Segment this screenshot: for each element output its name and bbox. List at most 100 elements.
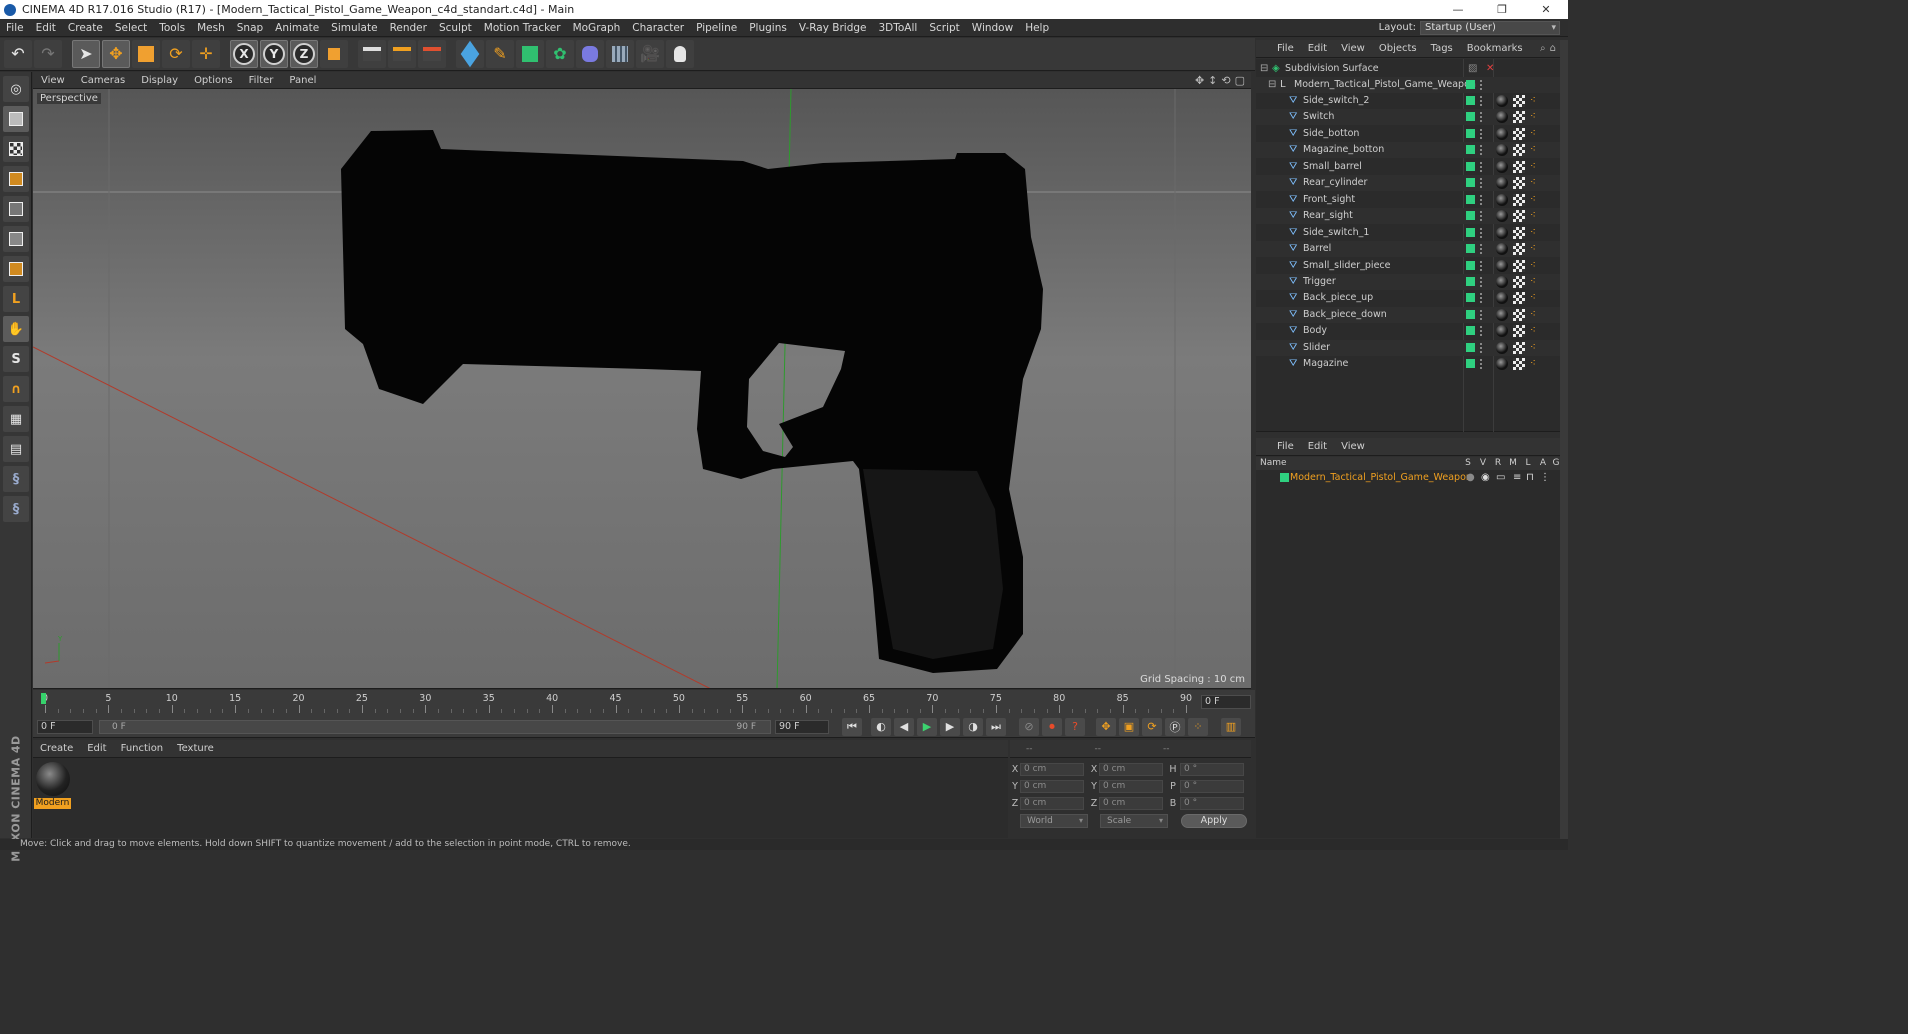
- home-icon[interactable]: ⌂: [1550, 43, 1556, 54]
- play-button[interactable]: ▶: [917, 717, 937, 736]
- record-position-button[interactable]: ✥: [1096, 717, 1116, 736]
- menu-character[interactable]: Character: [626, 22, 690, 34]
- record-point-level-button[interactable]: ⁘: [1188, 717, 1208, 736]
- layer-row[interactable]: Modern_Tactical_Pistol_Game_Weapon ● ◉ ▭…: [1256, 470, 1560, 485]
- size-x-field[interactable]: 0 cm: [1099, 763, 1163, 776]
- selection-tag-icon[interactable]: ⁖: [1530, 292, 1540, 304]
- pos-x-field[interactable]: 0 cm: [1020, 763, 1084, 776]
- selection-tag-icon[interactable]: ⁖: [1530, 358, 1540, 370]
- object-row[interactable]: ⛛ Back_piece_up ⁖: [1256, 290, 1560, 306]
- material-tag-icon[interactable]: [1496, 259, 1508, 272]
- render-dots[interactable]: [1480, 260, 1484, 271]
- menu-select[interactable]: Select: [109, 22, 153, 34]
- material-tag-icon[interactable]: [1496, 144, 1508, 157]
- y-axis-lock-button[interactable]: Y: [260, 40, 288, 68]
- tweak-mode-button[interactable]: ✋: [3, 316, 29, 342]
- previous-keyframe-button[interactable]: ◐: [871, 717, 891, 736]
- viewport-menu-panel[interactable]: Panel: [281, 75, 324, 86]
- visibility-toggle[interactable]: [1466, 227, 1475, 237]
- object-row[interactable]: ⛛ Barrel ⁖: [1256, 241, 1560, 258]
- render-dots[interactable]: [1480, 293, 1484, 304]
- perspective-viewport[interactable]: Y Perspective Grid Spacing : 10 cm: [33, 89, 1251, 689]
- object-row[interactable]: ⛛ Side_switch_1 ⁖: [1256, 225, 1560, 241]
- visibility-toggle[interactable]: [1466, 342, 1475, 352]
- eye-icon[interactable]: ◉: [1481, 472, 1491, 484]
- object-menu-tags[interactable]: Tags: [1424, 43, 1460, 54]
- uvw-tag-icon[interactable]: [1513, 111, 1525, 124]
- go-to-start-button[interactable]: ⏮: [842, 717, 862, 736]
- uvw-tag-icon[interactable]: [1513, 160, 1525, 173]
- selection-tag-icon[interactable]: ⁖: [1530, 227, 1540, 239]
- solo-dot-icon[interactable]: ●: [1466, 472, 1476, 484]
- material-menu-edit[interactable]: Edit: [80, 743, 113, 754]
- selection-tag-icon[interactable]: ⁖: [1530, 309, 1540, 321]
- rotate-tool-button[interactable]: ⟳: [162, 40, 190, 68]
- visibility-toggle[interactable]: [1466, 96, 1475, 105]
- menu-animate[interactable]: Animate: [269, 22, 325, 34]
- selection-tag-icon[interactable]: ⁖: [1530, 144, 1540, 156]
- material-tag-icon[interactable]: [1496, 111, 1508, 124]
- edges-mode-button[interactable]: [3, 226, 29, 252]
- scale-tool-button[interactable]: [132, 40, 160, 68]
- layer-menu-view[interactable]: View: [1334, 441, 1372, 452]
- pan-icon[interactable]: ✥: [1195, 74, 1204, 87]
- object-menu-edit[interactable]: Edit: [1301, 43, 1334, 54]
- collapse-icon[interactable]: ⊟: [1268, 80, 1278, 90]
- object-row[interactable]: ⛛ Slider ⁖: [1256, 339, 1560, 356]
- visibility-toggle[interactable]: [1466, 293, 1475, 303]
- record-scale-button[interactable]: ▣: [1119, 717, 1139, 736]
- manager-icon[interactable]: ≡: [1513, 472, 1523, 484]
- render-dots[interactable]: [1480, 211, 1484, 222]
- axis-mode-button[interactable]: L: [3, 286, 29, 312]
- viewport-menu-options[interactable]: Options: [186, 75, 241, 86]
- uvw-tag-icon[interactable]: [1513, 341, 1525, 354]
- rot-h-field[interactable]: 0 °: [1180, 763, 1244, 776]
- add-cube-button[interactable]: [456, 40, 484, 68]
- object-row[interactable]: ⛛ Switch ⁖: [1256, 109, 1560, 126]
- layout-dropdown[interactable]: Startup (User): [1420, 20, 1560, 35]
- visibility-toggle[interactable]: [1466, 244, 1475, 254]
- uvw-tag-icon[interactable]: [1513, 177, 1525, 190]
- uvw-tag-icon[interactable]: [1513, 226, 1525, 239]
- uvw-tag-icon[interactable]: [1513, 325, 1525, 338]
- viewport-menu-filter[interactable]: Filter: [241, 75, 282, 86]
- uvw-tag-icon[interactable]: [1513, 210, 1525, 223]
- live-selection-button[interactable]: ➤: [72, 40, 100, 68]
- object-row[interactable]: ⛛ Magazine ⁖: [1256, 356, 1560, 372]
- object-row[interactable]: ⛛ Rear_sight ⁖: [1256, 208, 1560, 225]
- uvw-tag-icon[interactable]: [1513, 193, 1525, 206]
- texture-mode-button[interactable]: [3, 136, 29, 162]
- render-dots[interactable]: [1480, 178, 1484, 189]
- points-mode-button[interactable]: [3, 196, 29, 222]
- selection-tag-icon[interactable]: ⁖: [1530, 161, 1540, 173]
- rot-p-field[interactable]: 0 °: [1180, 780, 1244, 793]
- material-tag-icon[interactable]: [1496, 226, 1508, 239]
- motion-record-button[interactable]: ⊘: [1019, 717, 1039, 736]
- menu-simulate[interactable]: Simulate: [325, 22, 383, 34]
- visibility-toggle[interactable]: [1466, 194, 1475, 204]
- object-menu-view[interactable]: View: [1334, 43, 1372, 54]
- redo-button[interactable]: ↷: [34, 40, 62, 68]
- apply-button[interactable]: Apply: [1181, 814, 1247, 828]
- object-row[interactable]: ⛛ Back_piece_down ⁖: [1256, 306, 1560, 323]
- material-tag-icon[interactable]: [1496, 292, 1508, 305]
- object-menu-bookmarks[interactable]: Bookmarks: [1460, 43, 1530, 54]
- z-axis-lock-button[interactable]: Z: [290, 40, 318, 68]
- timeline-playhead[interactable]: [41, 693, 46, 704]
- animation-icon[interactable]: ⋮: [1540, 472, 1550, 484]
- dolly-icon[interactable]: ↕: [1208, 74, 1217, 87]
- orbit-icon[interactable]: ⟲: [1221, 74, 1230, 87]
- polygons-mode-button[interactable]: [3, 256, 29, 282]
- record-parameter-button[interactable]: Ⓟ: [1165, 717, 1185, 736]
- uvw-tag-icon[interactable]: [1513, 127, 1525, 140]
- material-tag-icon[interactable]: [1496, 308, 1508, 321]
- material-tag-icon[interactable]: [1496, 193, 1508, 206]
- viewport-menu-cameras[interactable]: Cameras: [73, 75, 133, 86]
- uvw-tag-icon[interactable]: [1513, 95, 1525, 107]
- selection-tag-icon[interactable]: ⁖: [1530, 177, 1540, 189]
- object-row[interactable]: ⛛ Body ⁖: [1256, 323, 1560, 339]
- visibility-toggle[interactable]: [1466, 112, 1475, 122]
- add-light-button[interactable]: [666, 40, 694, 68]
- render-settings-button[interactable]: [418, 40, 446, 68]
- object-menu-file[interactable]: File: [1270, 43, 1301, 54]
